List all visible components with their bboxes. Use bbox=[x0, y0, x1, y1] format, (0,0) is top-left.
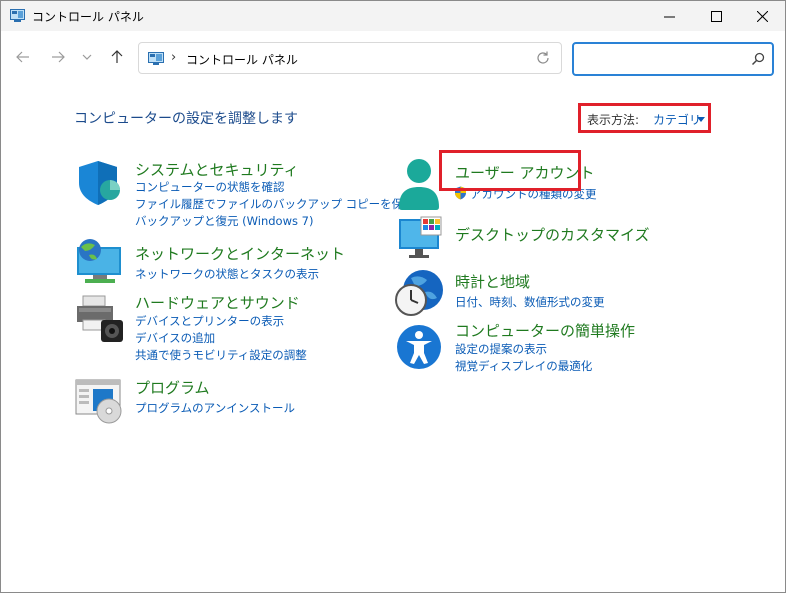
close-icon bbox=[756, 10, 768, 22]
user-account-icon[interactable] bbox=[396, 157, 442, 211]
arrow-left-icon bbox=[16, 51, 29, 63]
link-change-date-time-format[interactable]: 日付、時刻、数値形式の変更 bbox=[455, 294, 605, 310]
link-check-computer-status[interactable]: コンピューターの状態を確認 bbox=[135, 179, 285, 195]
chevron-down-icon bbox=[82, 54, 92, 60]
breadcrumb-control-panel[interactable]: コントロール パネル bbox=[186, 51, 298, 68]
back-button[interactable] bbox=[11, 45, 35, 69]
caret-down-icon[interactable] bbox=[697, 117, 705, 122]
shield-icon[interactable] bbox=[76, 159, 124, 207]
printer-speaker-icon[interactable] bbox=[75, 294, 127, 344]
refresh-icon[interactable] bbox=[535, 50, 551, 66]
category-programs[interactable]: プログラム bbox=[135, 377, 210, 398]
category-appearance[interactable]: デスクトップのカスタマイズ bbox=[455, 224, 650, 245]
view-by-selector[interactable]: 表示方法: カテゴリ bbox=[578, 103, 711, 133]
link-optimize-visual-display[interactable]: 視覚ディスプレイの最適化 bbox=[455, 358, 592, 374]
recent-locations-button[interactable] bbox=[77, 45, 97, 69]
programs-icon[interactable] bbox=[75, 379, 127, 425]
arrow-up-icon bbox=[111, 50, 123, 63]
maximize-button[interactable] bbox=[693, 1, 739, 31]
category-hardware-sound[interactable]: ハードウェアとサウンド bbox=[135, 292, 300, 313]
minimize-icon bbox=[663, 16, 675, 17]
window-title: コントロール パネル bbox=[32, 10, 144, 24]
minimize-button[interactable] bbox=[646, 1, 692, 31]
forward-button[interactable] bbox=[46, 45, 70, 69]
view-by-label: 表示方法: bbox=[587, 113, 640, 127]
link-settings-suggestions[interactable]: 設定の提案の表示 bbox=[455, 341, 547, 357]
control-panel-icon bbox=[148, 52, 164, 65]
clock-globe-icon[interactable] bbox=[395, 268, 445, 318]
link-add-device[interactable]: デバイスの追加 bbox=[135, 330, 215, 346]
link-file-history-backup[interactable]: ファイル履歴でファイルのバックアップ コピーを保存 bbox=[135, 196, 415, 212]
link-uninstall-program[interactable]: プログラムのアンインストール bbox=[135, 400, 295, 416]
category-clock-region[interactable]: 時計と地域 bbox=[455, 271, 530, 292]
category-system-security[interactable]: システムとセキュリティ bbox=[135, 159, 299, 180]
page-title: コンピューターの設定を調整します bbox=[74, 111, 298, 127]
category-network-internet[interactable]: ネットワークとインターネット bbox=[135, 243, 345, 264]
link-network-status[interactable]: ネットワークの状態とタスクの表示 bbox=[135, 266, 319, 282]
link-mobility-settings[interactable]: 共通で使うモビリティ設定の調整 bbox=[135, 347, 307, 363]
control-panel-window: コントロール パネル › コントロール パネル コンピューターの設定を調整します… bbox=[0, 0, 786, 593]
network-globe-icon[interactable] bbox=[75, 237, 125, 285]
address-bar[interactable]: › コントロール パネル bbox=[138, 42, 562, 74]
category-ease-of-access[interactable]: コンピューターの簡単操作 bbox=[455, 320, 635, 341]
maximize-icon bbox=[710, 10, 722, 22]
up-button[interactable] bbox=[105, 45, 129, 69]
accessibility-icon[interactable] bbox=[396, 323, 442, 371]
view-by-dropdown[interactable]: カテゴリ bbox=[653, 111, 701, 128]
link-backup-restore[interactable]: バックアップと復元 (Windows 7) bbox=[135, 213, 313, 229]
title-bar[interactable]: コントロール パネル bbox=[1, 1, 785, 31]
link-devices-printers[interactable]: デバイスとプリンターの表示 bbox=[135, 313, 284, 329]
highlight-user-accounts bbox=[439, 150, 581, 191]
close-button[interactable] bbox=[739, 1, 785, 31]
arrow-right-icon bbox=[52, 51, 65, 63]
breadcrumb-separator[interactable]: › bbox=[171, 50, 176, 65]
control-panel-app-icon bbox=[10, 9, 25, 22]
desktop-monitor-icon[interactable] bbox=[397, 215, 445, 259]
search-icon[interactable] bbox=[751, 52, 765, 66]
search-input[interactable] bbox=[572, 42, 774, 76]
